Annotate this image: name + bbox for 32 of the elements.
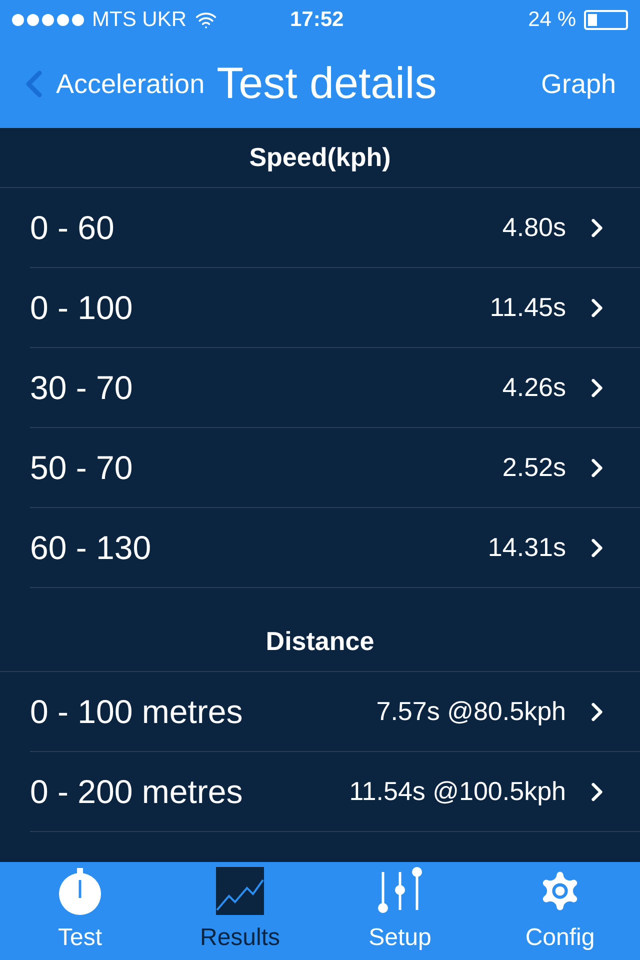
time-value: 11.54s @100.5kph [349,775,566,808]
result-row[interactable]: 0 - 100 11.45s [30,268,640,348]
sliders-icon [375,866,425,916]
time-value: 7.57s @80.5kph [376,695,566,728]
time-value: 4.80s [502,211,566,244]
screen-title: Test details [216,58,437,110]
carrier-name: MTS UKR [92,7,186,34]
time-value: 2.52s [502,451,566,484]
section-header: Speed(kph) [0,128,640,188]
result-row[interactable]: 50 - 70 2.52s [30,428,640,508]
result-row[interactable]: 30 - 70 4.26s [30,348,640,428]
result-row[interactable]: 60 - 130 14.31s [30,508,640,588]
result-row[interactable]: 0 - 100 metres 7.57s @80.5kph [30,672,640,752]
tab-item[interactable]: Results [160,862,320,960]
interval-label: 50 - 70 [30,448,133,488]
result-row[interactable]: 0 - 60 4.80s [30,188,640,268]
time-value: 14.31s [488,531,566,564]
time-value: 4.26s [502,371,566,404]
line-chart-icon [215,866,265,916]
clock-time: 17:52 [290,7,344,34]
interval-label: 0 - 100 [30,288,133,328]
time-value: 11.45s [490,291,566,324]
battery-icon [584,10,628,30]
signal-icon [12,14,84,26]
interval-label: 0 - 100 metres [30,692,243,732]
interval-label: 60 - 130 [30,528,152,568]
interval-label: 30 - 70 [30,368,133,408]
interval-label: 0 - 200 metres [30,772,243,812]
battery-percent: 24 % [528,7,576,34]
interval-label: 0 - 60 [30,208,114,248]
section-header: Distance [0,612,640,672]
result-row[interactable]: 0 - 200 metres 11.54s @100.5kph [30,752,640,832]
